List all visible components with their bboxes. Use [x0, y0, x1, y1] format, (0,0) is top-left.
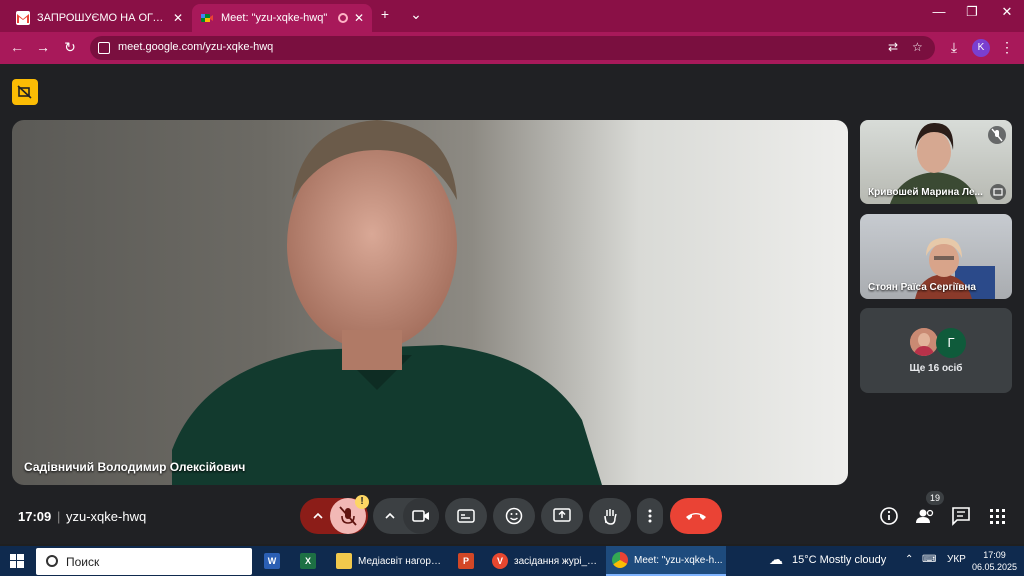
meeting-info-icon[interactable] — [878, 505, 900, 527]
download-icon[interactable]: ⤓ — [945, 39, 963, 56]
captions-icon — [457, 509, 475, 523]
tab-title: Meet: "yzu-xqke-hwq" — [221, 12, 328, 24]
present-screen-button[interactable] — [541, 498, 583, 534]
divider: | — [57, 509, 61, 524]
site-info-icon[interactable] — [98, 42, 110, 54]
taskbar-app-vivaldi[interactable]: V засідання журі_під... — [486, 546, 602, 576]
participant-count-badge: 19 — [926, 491, 944, 505]
taskbar-search[interactable]: Поиск — [36, 548, 252, 575]
camera-icon — [412, 510, 429, 522]
profile-avatar[interactable]: K — [972, 39, 990, 57]
tab-gmail[interactable]: ЗАПРОШУЄМО НА ОГОЛОШЕ ✕ — [8, 4, 191, 32]
taskbar-app-label: Медіасвіт нагород... — [358, 555, 442, 567]
people-icon[interactable] — [914, 505, 936, 527]
excel-icon: X — [300, 553, 316, 569]
emoji-icon — [505, 507, 523, 525]
tab-title: ЗАПРОШУЄМО НА ОГОЛОШЕ — [37, 12, 167, 24]
hand-icon — [604, 509, 617, 525]
participant-tile[interactable]: Стоян Раїса Сергіївна — [860, 214, 1012, 299]
pin-icon[interactable] — [990, 184, 1006, 200]
tab-search-icon[interactable]: ⌄ — [406, 6, 426, 23]
minimize-icon[interactable]: — — [924, 4, 954, 19]
url-text: meet.google.com/yzu-xqke-hwq — [118, 41, 274, 53]
word-icon: W — [264, 553, 280, 569]
taskbar-app-excel[interactable]: X — [294, 546, 324, 576]
address-bar[interactable]: meet.google.com/yzu-xqke-hwq ⇄ ☆ — [90, 36, 935, 60]
screen: ЗАПРОШУЄМО НА ОГОЛОШЕ ✕ Meet: "yzu-xqke-… — [0, 0, 1024, 576]
more-participants-label: Ще 16 осіб — [909, 363, 963, 374]
language-indicator[interactable]: УКР — [947, 554, 966, 565]
chrome-icon — [612, 552, 628, 568]
meeting-time: 17:09 — [18, 509, 52, 524]
camera-toggle-button[interactable] — [403, 498, 439, 534]
leave-call-button[interactable] — [670, 498, 722, 534]
more-participants-tile[interactable] — [860, 308, 1012, 393]
participant-avatar-letter: Г — [936, 328, 966, 358]
search-icon — [46, 555, 58, 567]
folder-icon — [336, 553, 352, 569]
captions-button[interactable] — [445, 498, 487, 534]
present-icon — [553, 508, 571, 522]
clock-time: 17:09 — [983, 550, 1006, 560]
bookmark-star-icon[interactable]: ☆ — [912, 40, 923, 54]
main-video-tile[interactable] — [12, 120, 848, 485]
close-tab-icon[interactable]: ✕ — [173, 11, 183, 25]
taskbar-app-word[interactable]: W — [258, 546, 288, 576]
restore-icon[interactable]: ❐ — [957, 4, 987, 20]
main-participant-name: Садівничий Володимир Олексійович — [24, 460, 246, 474]
taskbar-app-explorer[interactable]: Медіасвіт нагород... — [330, 546, 442, 576]
no-video-warning-icon[interactable] — [12, 79, 38, 105]
raise-hand-button[interactable] — [589, 498, 631, 534]
participant-tile[interactable]: Кривошей Марина Ле... — [860, 120, 1012, 204]
participant-video — [172, 120, 602, 485]
translate-icon[interactable]: ⇄ — [888, 40, 898, 54]
recording-icon — [337, 13, 348, 23]
taskbar-clock[interactable]: 17:09 06.05.2025 — [972, 549, 1017, 573]
weather-cloud-icon: ☁ — [769, 551, 783, 567]
windows-start-icon[interactable] — [10, 554, 24, 568]
reactions-button[interactable] — [493, 498, 535, 534]
taskbar-app-powerpoint[interactable]: P — [452, 546, 482, 576]
chevron-up-icon — [385, 512, 395, 519]
activities-grid-icon[interactable] — [986, 505, 1008, 527]
menu-kebab-icon[interactable]: ⋮ — [998, 39, 1016, 56]
taskbar-app-label: Meet: "yzu-xqke-h... — [634, 554, 723, 566]
browser-toolbar: ← → ↻ meet.google.com/yzu-xqke-hwq ⇄ ☆ ⤓… — [0, 32, 1024, 64]
windows-taskbar: Поиск W X Медіасвіт нагород... P V засід… — [0, 546, 1024, 576]
browser-tab-strip: ЗАПРОШУЄМО НА ОГОЛОШЕ ✕ Meet: "yzu-xqke-… — [0, 0, 1024, 32]
meet-icon — [200, 11, 214, 25]
back-icon[interactable]: ← — [8, 39, 26, 55]
gmail-icon — [16, 11, 30, 25]
tray-chevron-icon[interactable]: ⌃ — [905, 554, 913, 565]
mic-off-icon — [988, 126, 1006, 144]
tab-meet[interactable]: Meet: "yzu-xqke-hwq" ✕ — [192, 4, 372, 32]
keyboard-icon[interactable]: ⌨ — [922, 554, 936, 565]
clock-date: 06.05.2025 — [972, 562, 1018, 572]
powerpoint-icon: P — [458, 553, 474, 569]
search-placeholder: Поиск — [66, 555, 100, 569]
chat-icon[interactable] — [950, 505, 972, 527]
mic-warning-badge: ! — [355, 495, 369, 509]
participant-name: Стоян Раїса Сергіївна — [868, 282, 976, 293]
taskbar-app-label: засідання журі_під... — [514, 555, 602, 567]
new-tab-button[interactable]: + — [375, 6, 395, 22]
weather-text[interactable]: 15°C Mostly cloudy — [792, 554, 886, 566]
participant-name: Кривошей Марина Ле... — [868, 187, 983, 198]
hangup-icon — [686, 513, 706, 520]
reload-icon[interactable]: ↻ — [61, 39, 79, 56]
participant-avatar — [910, 328, 938, 356]
vivaldi-icon: V — [492, 553, 508, 569]
taskbar-app-chrome[interactable]: Meet: "yzu-xqke-h... — [606, 546, 726, 576]
meeting-code: yzu-xqke-hwq — [66, 509, 147, 524]
close-window-icon[interactable]: ✕ — [992, 4, 1022, 20]
chevron-up-icon — [313, 512, 323, 519]
forward-icon[interactable]: → — [34, 39, 52, 55]
more-options-button[interactable] — [637, 498, 663, 534]
kebab-icon — [648, 509, 652, 523]
close-tab-icon[interactable]: ✕ — [354, 11, 364, 25]
